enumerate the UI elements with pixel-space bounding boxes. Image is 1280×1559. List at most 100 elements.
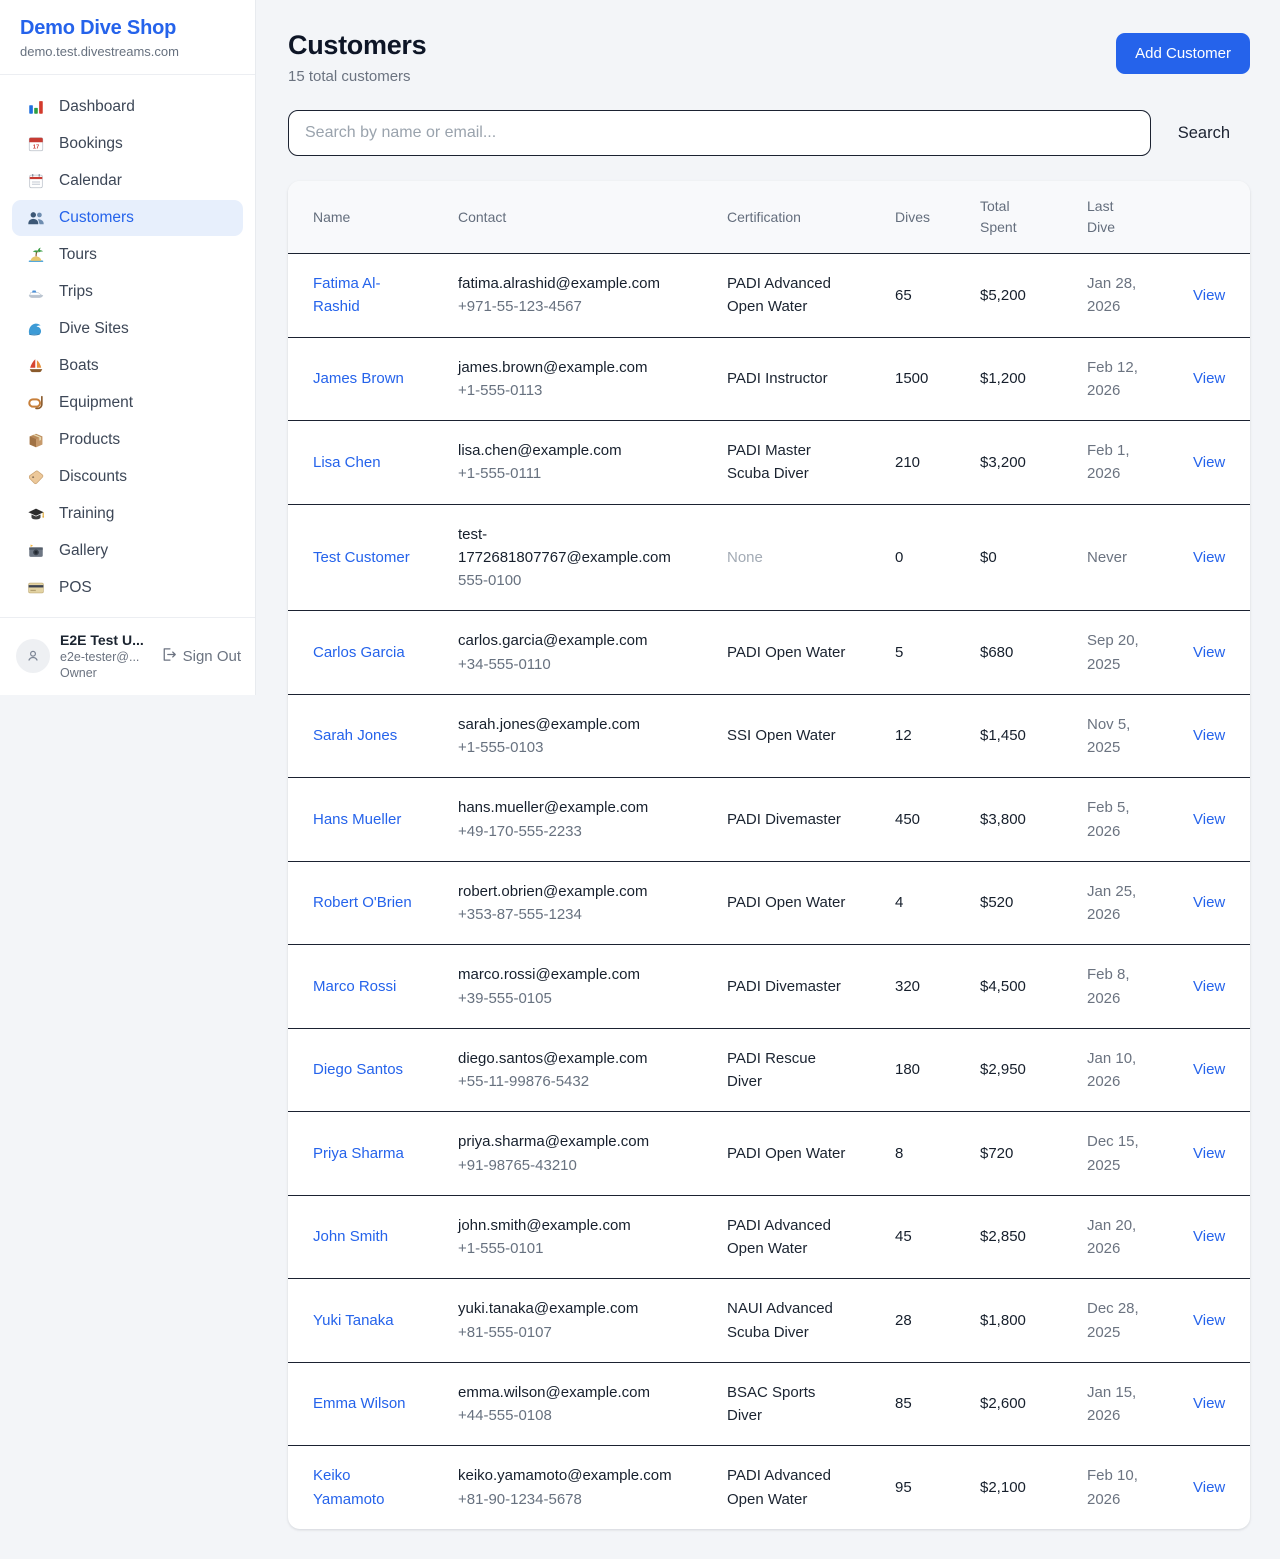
customer-certification: PADI Advanced Open Water bbox=[727, 254, 895, 338]
view-customer-link[interactable]: View bbox=[1193, 644, 1225, 661]
add-customer-button[interactable]: Add Customer bbox=[1116, 33, 1250, 74]
customer-last-dive: Sep 20, 2025 bbox=[1087, 611, 1193, 695]
customer-phone: +1-555-0101 bbox=[458, 1237, 682, 1260]
customer-phone: +1-555-0113 bbox=[458, 379, 682, 402]
customer-phone: +81-90-1234-5678 bbox=[458, 1488, 682, 1511]
customer-name-link[interactable]: Lisa Chen bbox=[313, 454, 381, 471]
customer-last-dive: Jan 25, 2026 bbox=[1087, 861, 1193, 945]
sidebar: Demo Dive Shop demo.test.divestreams.com… bbox=[0, 0, 256, 695]
customer-email: keiko.yamamoto@example.com bbox=[458, 1464, 682, 1487]
page-header: Customers 15 total customers Add Custome… bbox=[288, 30, 1250, 85]
customer-last-dive: Dec 28, 2025 bbox=[1087, 1279, 1193, 1363]
customer-email: sarah.jones@example.com bbox=[458, 713, 682, 736]
dive-mask-icon bbox=[26, 394, 46, 412]
view-customer-link[interactable]: View bbox=[1193, 811, 1225, 828]
sidebar-item-dive-sites[interactable]: Dive Sites bbox=[12, 311, 243, 347]
customer-name-link[interactable]: Keiko Yamamoto bbox=[313, 1467, 384, 1507]
view-customer-link[interactable]: View bbox=[1193, 454, 1225, 471]
sidebar-item-calendar[interactable]: Calendar bbox=[12, 163, 243, 199]
customer-certification: PADI Instructor bbox=[727, 337, 895, 421]
sign-out-button[interactable]: Sign Out bbox=[160, 646, 241, 667]
table-row: John Smith john.smith@example.com +1-555… bbox=[288, 1195, 1250, 1279]
customer-name-link[interactable]: Priya Sharma bbox=[313, 1145, 404, 1162]
customer-name-link[interactable]: Hans Mueller bbox=[313, 811, 401, 828]
sign-out-icon bbox=[160, 646, 177, 667]
view-customer-link[interactable]: View bbox=[1193, 549, 1225, 566]
customer-name-link[interactable]: James Brown bbox=[313, 370, 404, 387]
search-button[interactable]: Search bbox=[1151, 124, 1250, 143]
view-customer-link[interactable]: View bbox=[1193, 287, 1225, 304]
sidebar-footer: E2E Test U... e2e-tester@... Owner Sign … bbox=[0, 617, 255, 695]
sidebar-item-boats[interactable]: Boats bbox=[12, 348, 243, 384]
customer-dives: 85 bbox=[895, 1362, 980, 1446]
sidebar-item-discounts[interactable]: Discounts bbox=[12, 459, 243, 495]
sidebar-item-tours[interactable]: Tours bbox=[12, 237, 243, 273]
customer-total-spent: $2,100 bbox=[980, 1446, 1087, 1529]
sidebar-item-customers[interactable]: Customers bbox=[12, 200, 243, 236]
customer-total-spent: $1,450 bbox=[980, 694, 1087, 778]
customer-email: carlos.garcia@example.com bbox=[458, 629, 682, 652]
customer-phone: +91-98765-43210 bbox=[458, 1154, 682, 1177]
customer-name-link[interactable]: Yuki Tanaka bbox=[313, 1312, 394, 1329]
search-input[interactable] bbox=[288, 110, 1151, 156]
sidebar-item-pos[interactable]: POS bbox=[12, 570, 243, 606]
customer-name-link[interactable]: Carlos Garcia bbox=[313, 644, 405, 661]
customer-email: priya.sharma@example.com bbox=[458, 1130, 682, 1153]
view-customer-link[interactable]: View bbox=[1193, 370, 1225, 387]
view-customer-link[interactable]: View bbox=[1193, 1145, 1225, 1162]
customer-certification: PADI Advanced Open Water bbox=[727, 1195, 895, 1279]
table-row: Carlos Garcia carlos.garcia@example.com … bbox=[288, 611, 1250, 695]
sidebar-item-products[interactable]: Products bbox=[12, 422, 243, 458]
customer-last-dive: Jan 28, 2026 bbox=[1087, 254, 1193, 338]
wave-icon bbox=[26, 320, 46, 338]
customer-last-dive: Jan 10, 2026 bbox=[1087, 1028, 1193, 1112]
camera-icon bbox=[26, 542, 46, 560]
customer-name-link[interactable]: Robert O'Brien bbox=[313, 894, 412, 911]
customer-dives: 45 bbox=[895, 1195, 980, 1279]
sidebar-item-bookings[interactable]: 17 Bookings bbox=[12, 126, 243, 162]
view-customer-link[interactable]: View bbox=[1193, 1479, 1225, 1496]
sidebar-item-equipment[interactable]: Equipment bbox=[12, 385, 243, 421]
app-root: Demo Dive Shop demo.test.divestreams.com… bbox=[0, 0, 1280, 1559]
customer-dives: 450 bbox=[895, 778, 980, 862]
table-row: Sarah Jones sarah.jones@example.com +1-5… bbox=[288, 694, 1250, 778]
sidebar-item-training[interactable]: Training bbox=[12, 496, 243, 532]
customer-name-link[interactable]: Emma Wilson bbox=[313, 1395, 406, 1412]
customer-name-link[interactable]: Sarah Jones bbox=[313, 727, 397, 744]
customer-count: 15 total customers bbox=[288, 68, 426, 85]
customer-dives: 8 bbox=[895, 1112, 980, 1196]
customer-certification: PADI Divemaster bbox=[727, 945, 895, 1029]
customer-name-link[interactable]: John Smith bbox=[313, 1228, 388, 1245]
credit-card-icon bbox=[26, 579, 46, 597]
page-header-text: Customers 15 total customers bbox=[288, 30, 426, 85]
customer-phone: +353-87-555-1234 bbox=[458, 903, 682, 926]
customer-last-dive: Nov 5, 2025 bbox=[1087, 694, 1193, 778]
view-customer-link[interactable]: View bbox=[1193, 894, 1225, 911]
view-customer-link[interactable]: View bbox=[1193, 978, 1225, 995]
grad-cap-icon bbox=[26, 505, 46, 523]
view-customer-link[interactable]: View bbox=[1193, 727, 1225, 744]
view-customer-link[interactable]: View bbox=[1193, 1061, 1225, 1078]
customer-email: emma.wilson@example.com bbox=[458, 1381, 682, 1404]
customer-name-link[interactable]: Fatima Al-Rashid bbox=[313, 275, 381, 315]
view-customer-link[interactable]: View bbox=[1193, 1395, 1225, 1412]
tag-icon bbox=[26, 468, 46, 486]
customer-email: test-1772681807767@example.com bbox=[458, 523, 682, 570]
customer-name-link[interactable]: Marco Rossi bbox=[313, 978, 396, 995]
customer-name-link[interactable]: Test Customer bbox=[313, 549, 410, 566]
sidebar-item-gallery[interactable]: Gallery bbox=[12, 533, 243, 569]
column-header-dives: Dives bbox=[895, 181, 980, 254]
table-row: Test Customer test-1772681807767@example… bbox=[288, 504, 1250, 611]
avatar bbox=[16, 639, 50, 673]
view-customer-link[interactable]: View bbox=[1193, 1312, 1225, 1329]
customer-email: diego.santos@example.com bbox=[458, 1047, 682, 1070]
customer-certification: PADI Open Water bbox=[727, 1112, 895, 1196]
view-customer-link[interactable]: View bbox=[1193, 1228, 1225, 1245]
sidebar-item-trips[interactable]: Trips bbox=[12, 274, 243, 310]
customer-last-dive: Feb 1, 2026 bbox=[1087, 421, 1193, 505]
customer-total-spent: $1,200 bbox=[980, 337, 1087, 421]
customer-name-link[interactable]: Diego Santos bbox=[313, 1061, 403, 1078]
sidebar-item-dashboard[interactable]: Dashboard bbox=[12, 89, 243, 125]
customer-last-dive: Dec 15, 2025 bbox=[1087, 1112, 1193, 1196]
table-row: Priya Sharma priya.sharma@example.com +9… bbox=[288, 1112, 1250, 1196]
